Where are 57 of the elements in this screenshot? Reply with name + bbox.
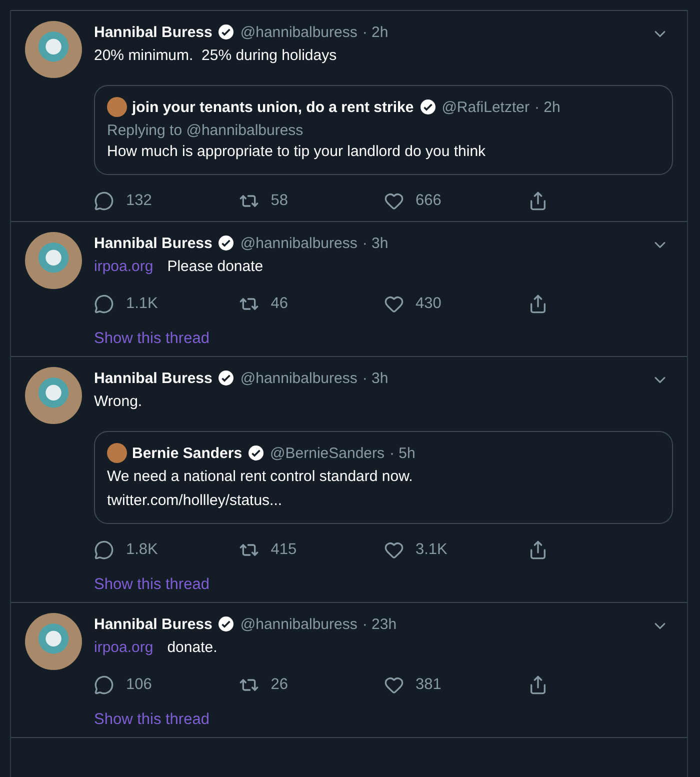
reply-icon[interactable]: [94, 191, 114, 211]
retweet-count: 46: [270, 295, 288, 313]
author-handle[interactable]: @hannibalburess: [240, 370, 358, 386]
reply-count: 132: [126, 192, 152, 210]
like-icon[interactable]: [384, 675, 404, 695]
author-handle[interactable]: @BernieSanders: [270, 444, 385, 462]
retweet-count: 415: [270, 541, 297, 559]
quoted-text: How much is appropriate to tip your landlord do you think: [107, 142, 487, 162]
quoted-text: We need a national rent control standard now.: [107, 467, 414, 487]
like-icon[interactable]: [384, 540, 404, 560]
tweet-time[interactable]: · 5h: [390, 444, 416, 462]
share-icon[interactable]: [528, 294, 548, 314]
author-name[interactable]: Hannibal Buress: [94, 370, 212, 386]
reply-icon[interactable]: [94, 540, 114, 560]
tweet-link[interactable]: irpoa.org: [94, 258, 154, 275]
author-handle[interactable]: @hannibalburess: [240, 616, 358, 632]
like-icon[interactable]: [384, 191, 404, 211]
share-icon[interactable]: [528, 540, 548, 560]
tweet-time[interactable]: · 2h: [362, 24, 388, 40]
share-icon[interactable]: [528, 675, 548, 695]
like-count: 3.1K: [416, 541, 448, 559]
like-count: 430: [416, 295, 442, 313]
retweet-count: 58: [270, 192, 288, 210]
tweet-time[interactable]: · 23h: [362, 616, 397, 632]
replying-to: Replying to @hannibalburess: [107, 122, 304, 139]
quoted-tweet[interactable]: join your tenants union, do a rent strike @RafiLetzter · 2h Replying to @hannibalburess How much is appropriate to tip your landlord do you think: [94, 85, 673, 175]
author-name[interactable]: Bernie Sanders: [132, 444, 242, 462]
quoted-tweet[interactable]: Bernie Sanders @BernieSanders · 5h We need a national rent control standard now. twitter.com/hollley/status...: [94, 431, 673, 524]
show-thread-link[interactable]: Show this thread: [94, 576, 210, 594]
like-icon[interactable]: [384, 294, 404, 314]
retweet-count: 26: [270, 676, 288, 694]
tweet-time[interactable]: · 3h: [362, 234, 388, 252]
reply-icon[interactable]: [94, 675, 114, 695]
author-handle[interactable]: @RafiLetzter: [442, 98, 530, 116]
tweet-body: Wrong.: [94, 393, 142, 410]
reply-count: 1.8K: [126, 541, 158, 559]
share-icon[interactable]: [528, 191, 548, 211]
like-count: 666: [416, 192, 442, 210]
reply-icon[interactable]: [94, 294, 114, 314]
author-name[interactable]: Hannibal Buress: [94, 24, 212, 40]
tweet-body: donate.: [167, 639, 218, 656]
quoted-link[interactable]: twitter.com/hollley/status...: [107, 490, 660, 512]
author-handle[interactable]: @hannibalburess: [240, 234, 358, 252]
show-thread-link[interactable]: Show this thread: [94, 711, 210, 729]
tweet-link[interactable]: irpoa.org: [94, 639, 154, 656]
reply-count: 106: [126, 676, 152, 694]
show-thread-link[interactable]: Show this thread: [94, 330, 210, 348]
tweet-time[interactable]: · 3h: [362, 370, 388, 386]
tweet-body: 20% minimum. 25% during holidays: [94, 47, 337, 64]
tweet-body: Please donate: [167, 258, 264, 275]
author-name[interactable]: Hannibal Buress: [94, 234, 212, 252]
author-name[interactable]: join your tenants union, do a rent strike: [132, 98, 414, 116]
tweet-time[interactable]: · 2h: [534, 98, 560, 116]
like-count: 381: [416, 676, 442, 694]
author-name[interactable]: Hannibal Buress: [94, 616, 212, 632]
reply-count: 1.1K: [126, 295, 158, 313]
author-handle[interactable]: @hannibalburess: [240, 24, 358, 40]
